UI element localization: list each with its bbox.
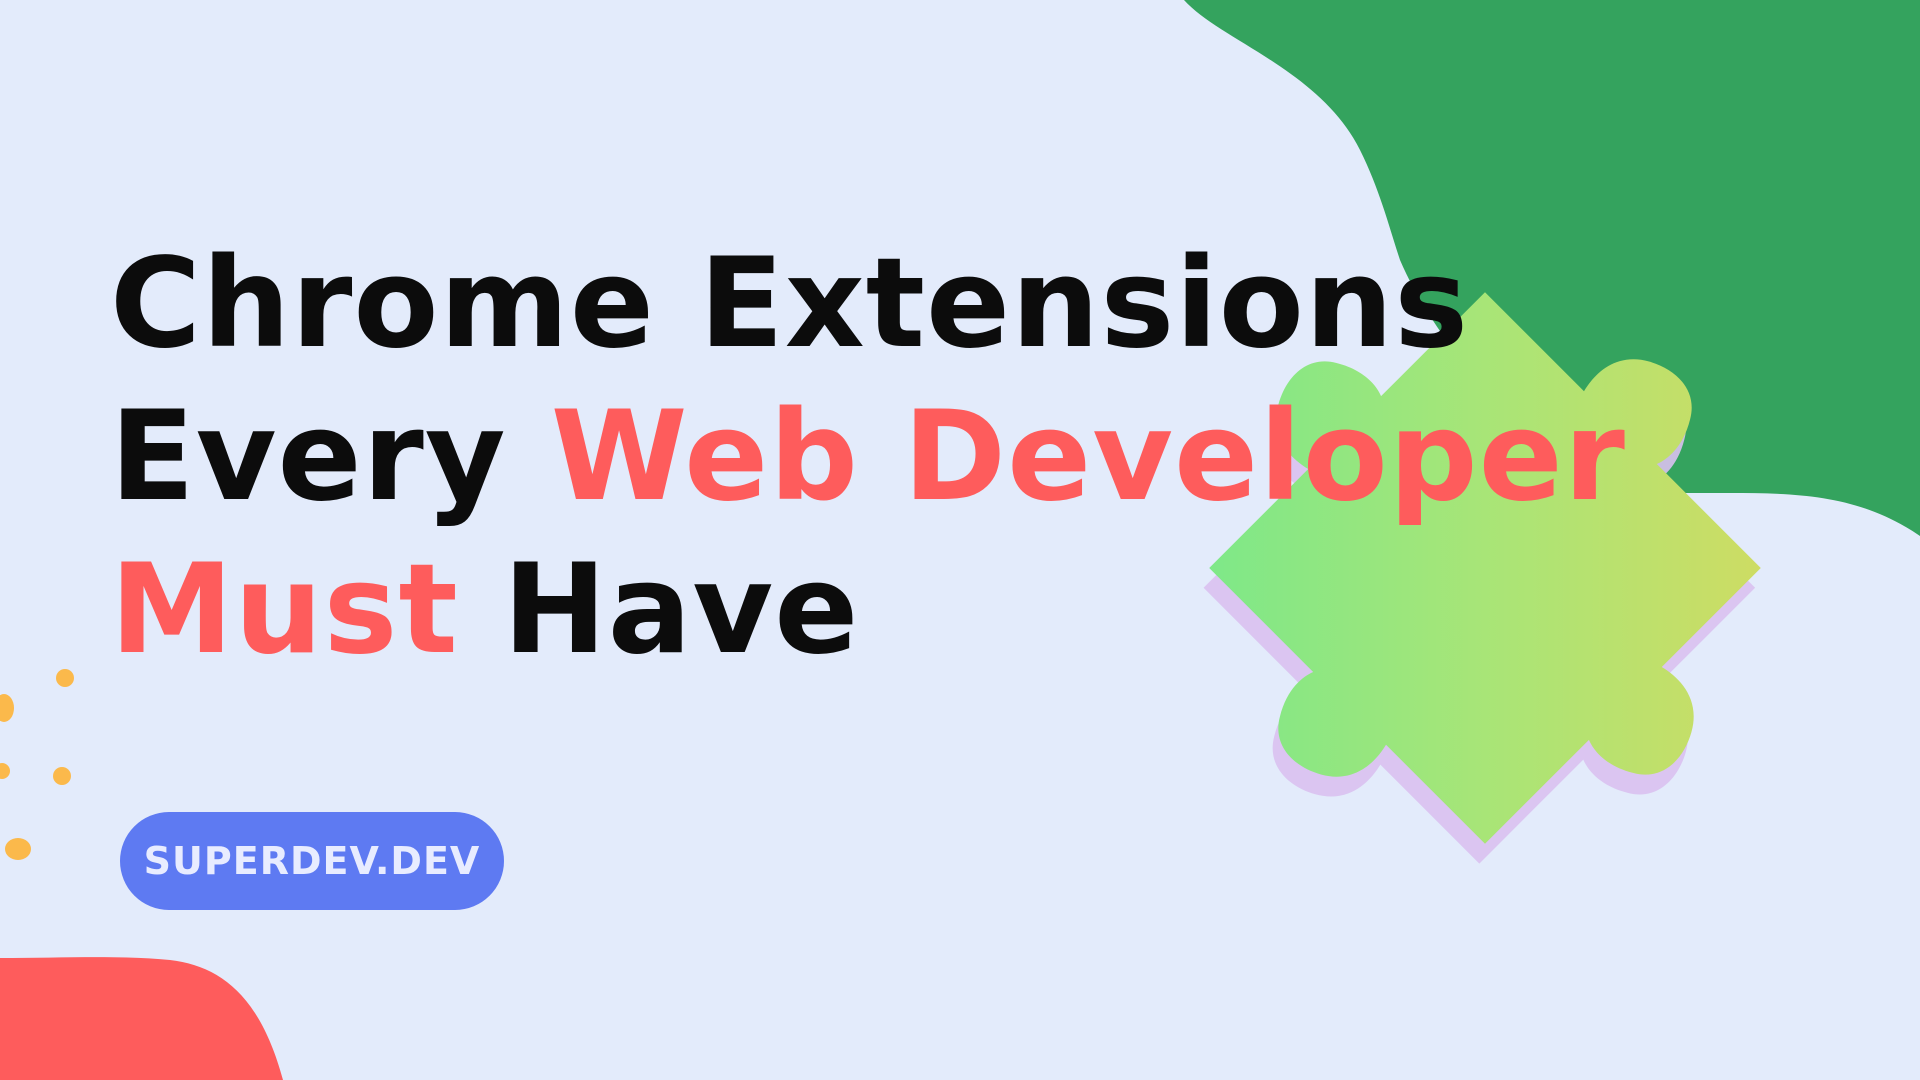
red-blob: [0, 957, 283, 1080]
title-line-3-accent: Must: [110, 538, 459, 682]
brand-badge: SUPERDEV.DEV: [120, 812, 504, 910]
page-title: Chrome Extensions Every Web Developer Mu…: [110, 228, 1626, 687]
brand-label: SUPERDEV.DEV: [143, 839, 481, 883]
title-line-2-accent: Web Developer: [550, 385, 1626, 529]
decorative-dots: [0, 669, 74, 860]
title-line-3-plain: Have: [458, 538, 860, 682]
title-line-2-plain: Every: [110, 385, 551, 529]
title-line-2: Every Web Developer: [110, 381, 1626, 534]
title-line-3: Must Have: [110, 534, 1626, 687]
title-line-1: Chrome Extensions: [110, 232, 1470, 376]
